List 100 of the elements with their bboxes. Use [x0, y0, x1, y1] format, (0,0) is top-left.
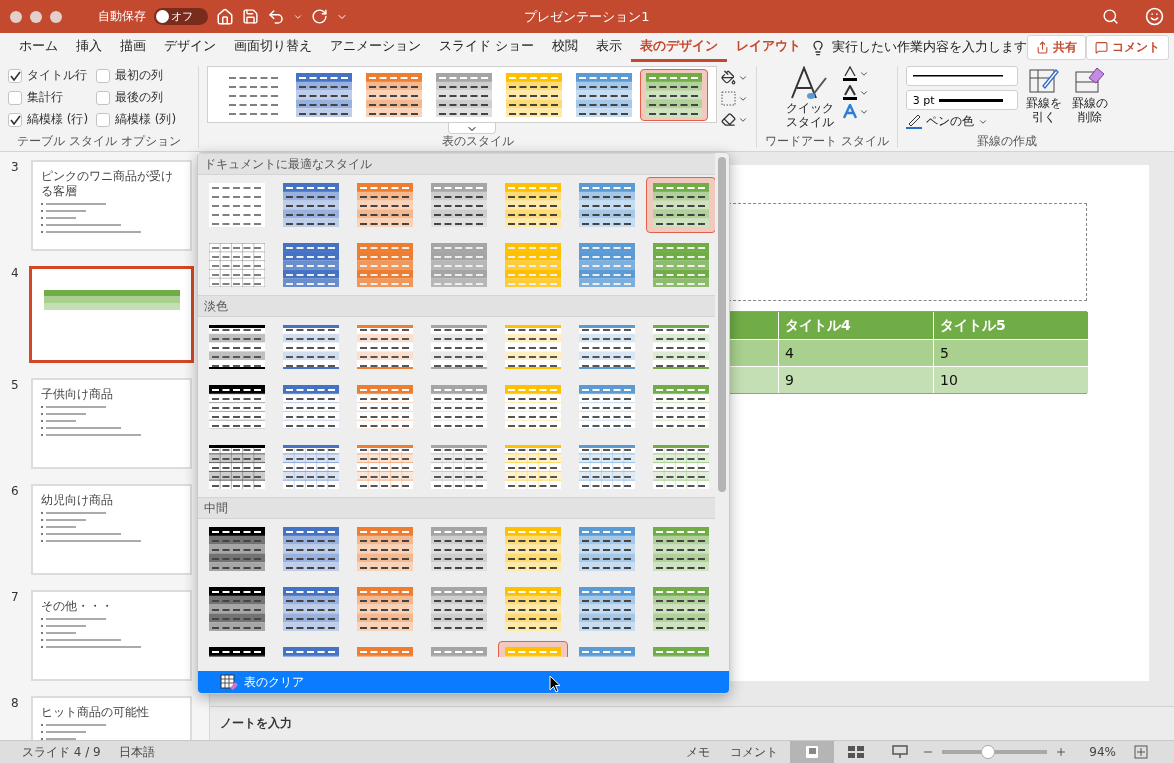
- paint-bucket-icon[interactable]: [721, 70, 736, 85]
- table-header-cell: タイトル4: [778, 312, 933, 339]
- slide-number: 3: [11, 160, 20, 176]
- share-icon: [1036, 41, 1049, 54]
- comment-button[interactable]: コメント: [1086, 35, 1169, 60]
- home-icon[interactable]: [216, 7, 234, 26]
- pen-color-icon[interactable]: [905, 114, 922, 129]
- option-checkbox[interactable]: タイトル行: [8, 67, 96, 84]
- draw-table-icon[interactable]: [1029, 66, 1060, 94]
- scrollbar-thumb[interactable]: [718, 157, 726, 492]
- group-label: 罫線の作成: [977, 134, 1037, 148]
- section-header: ドキュメントに最適なスタイル: [198, 153, 715, 175]
- table-style-option[interactable]: [640, 68, 708, 121]
- speech-bubble-icon: [1095, 41, 1108, 54]
- section-header: 中間: [198, 497, 715, 519]
- slide-number: 6: [11, 484, 20, 500]
- normal-view-icon: [805, 745, 820, 759]
- group-label: 表のスタイル: [441, 134, 514, 148]
- quick-style-icon[interactable]: [789, 66, 830, 100]
- ribbon-tab[interactable]: 画面切り替え: [225, 33, 321, 62]
- line-style-dropdown[interactable]: [905, 66, 1018, 86]
- mouse-pointer-icon: [549, 675, 561, 693]
- zoom-slider-thumb[interactable]: [981, 745, 996, 759]
- presentation-icon: [892, 745, 909, 759]
- eraser-icon[interactable]: [721, 112, 736, 127]
- zoom-button[interactable]: [50, 10, 62, 23]
- table-cell: 10: [933, 366, 1088, 393]
- save-icon[interactable]: [242, 8, 259, 25]
- draw-table-label[interactable]: 罫線を引く: [1025, 97, 1063, 125]
- erase-border-icon[interactable]: [1074, 66, 1105, 94]
- group-label: ワードアート スタイル: [765, 134, 889, 148]
- thumbnail-title: 子供向け商品: [41, 387, 114, 402]
- thumbnail-title: ヒット商品の可能性: [41, 705, 150, 720]
- slide-thumbnail[interactable]: 幼児向け商品: [31, 484, 192, 575]
- clear-table-icon: [220, 674, 238, 690]
- table-style-option[interactable]: [646, 177, 715, 233]
- pen-color-label[interactable]: ペンの色: [925, 114, 974, 129]
- option-checkbox[interactable]: 最後の列: [96, 89, 190, 106]
- slide-thumbnail[interactable]: ピンクのワニ商品が受ける客層: [31, 160, 192, 251]
- undo-icon[interactable]: [267, 7, 285, 26]
- ribbon-tab[interactable]: スライド ショー: [430, 33, 543, 62]
- ribbon-tab[interactable]: ホーム: [10, 33, 67, 62]
- slide-counter: スライド 4 / 9: [22, 743, 101, 761]
- thumbnail-title: その他・・・: [41, 599, 114, 614]
- slide-thumbnail[interactable]: 子供向け商品: [31, 378, 192, 469]
- slide-thumbnail[interactable]: その他・・・: [31, 590, 192, 681]
- notes-field[interactable]: ノートを入力: [220, 715, 292, 732]
- lightbulb-icon: [810, 39, 826, 56]
- zoom-level: 94%: [1089, 745, 1116, 759]
- table-cell: 4: [778, 339, 933, 366]
- search-icon[interactable]: [1102, 8, 1119, 25]
- tell-me-field[interactable]: 実行したい作業内容を入力します: [832, 39, 1027, 56]
- language-label: 日本語: [118, 743, 155, 761]
- text-effects-icon[interactable]: [842, 104, 857, 119]
- ribbon-tab[interactable]: デザイン: [155, 33, 225, 62]
- autosave-toggle[interactable]: オフ: [154, 8, 208, 25]
- text-fill-icon[interactable]: [842, 66, 857, 81]
- comments-button[interactable]: コメント: [730, 743, 779, 761]
- smiley-icon[interactable]: [1145, 7, 1164, 26]
- ribbon-tab[interactable]: 描画: [111, 33, 155, 62]
- checkmark-icon: [9, 114, 21, 125]
- option-checkbox[interactable]: 最初の列: [96, 67, 190, 84]
- redo-icon[interactable]: [311, 8, 328, 25]
- thumbnail-title: 幼児向け商品: [41, 493, 114, 508]
- slide-number: 4: [11, 266, 20, 282]
- thick-line-drawing: [938, 98, 1003, 102]
- ribbon-tab[interactable]: 挿入: [67, 33, 111, 62]
- fit-to-window-icon[interactable]: [1134, 745, 1148, 759]
- clear-table-menu-item[interactable]: 表のクリア: [198, 671, 729, 693]
- minimize-button[interactable]: [30, 10, 42, 23]
- thumbnail-title: ピンクのワニ商品が受ける客層: [41, 169, 174, 199]
- window-title: プレゼンテーション1: [524, 7, 650, 26]
- option-checkbox[interactable]: 縞模様 (行): [8, 111, 96, 128]
- table-cell: 5: [933, 339, 1088, 366]
- ribbon-tab[interactable]: アニメーション: [321, 33, 430, 62]
- ribbon-tab[interactable]: レイアウト: [727, 33, 810, 62]
- slide-number: 8: [11, 696, 20, 712]
- notes-button[interactable]: メモ: [686, 743, 711, 761]
- option-checkbox[interactable]: 集計行: [8, 89, 96, 106]
- close-button[interactable]: [10, 10, 22, 23]
- text-outline-icon[interactable]: [842, 85, 857, 100]
- slide-sorter-icon: [848, 746, 865, 758]
- zoom-in-icon[interactable]: [1055, 746, 1068, 758]
- slide-number: 5: [11, 378, 20, 394]
- slide-thumbnail[interactable]: ヒット商品の可能性: [31, 696, 192, 740]
- ribbon-tab[interactable]: 校閲: [543, 33, 587, 62]
- erase-border-label[interactable]: 罫線の削除: [1071, 97, 1109, 125]
- slide-thumbnail[interactable]: [29, 266, 194, 363]
- table-cell: 9: [778, 366, 933, 393]
- view-button[interactable]: [790, 741, 835, 763]
- option-checkbox[interactable]: 縞模様 (列): [96, 111, 190, 128]
- table-header-cell: タイトル5: [933, 312, 1088, 339]
- slide-number: 7: [11, 590, 20, 606]
- checkmark-icon: [9, 70, 21, 81]
- line-weight-dropdown[interactable]: 3 pt: [905, 90, 1018, 110]
- ribbon-tab[interactable]: 表示: [587, 33, 631, 62]
- section-header: 淡色: [198, 295, 715, 317]
- share-button[interactable]: 共有: [1027, 35, 1086, 60]
- quick-style-label[interactable]: クイックスタイル: [785, 102, 835, 130]
- group-label: テーブル スタイル オプション: [17, 134, 181, 148]
